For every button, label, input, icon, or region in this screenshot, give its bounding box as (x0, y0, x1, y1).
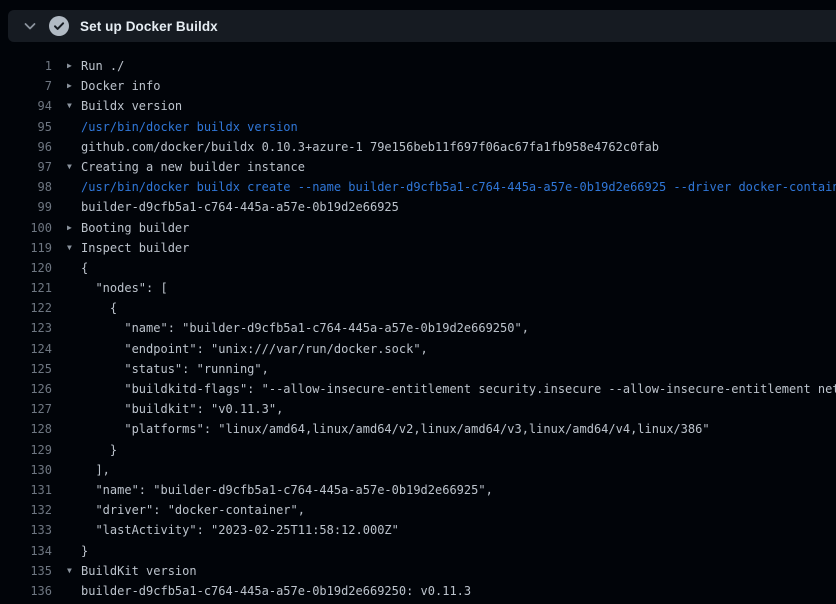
line-number[interactable]: 122 (0, 298, 52, 318)
log-line: 134 } (0, 541, 836, 561)
log-group-line[interactable]: 119 ▼Inspect builder (0, 238, 836, 258)
log-line: 130 ], (0, 460, 836, 480)
line-content: "buildkitd-flags": "--allow-insecure-ent… (81, 379, 836, 399)
line-number[interactable]: 125 (0, 359, 52, 379)
line-content: "buildkit": "v0.11.3", (81, 399, 283, 419)
log-line: 99 builder-d9cfb5a1-c764-445a-a57e-0b19d… (0, 197, 836, 217)
line-content: ▼Creating a new builder instance (81, 157, 305, 177)
log-line: 95 /usr/bin/docker buildx version (0, 117, 836, 137)
line-content: { (81, 298, 117, 318)
group-toggle-icon: ▼ (67, 96, 72, 116)
line-number[interactable]: 129 (0, 440, 52, 460)
line-content: "name": "builder-d9cfb5a1-c764-445a-a57e… (81, 480, 493, 500)
line-content: builder-d9cfb5a1-c764-445a-a57e-0b19d2e6… (81, 581, 471, 601)
log-group-line[interactable]: 94 ▼Buildx version (0, 96, 836, 116)
log-line: 98 /usr/bin/docker buildx create --name … (0, 177, 836, 197)
line-content: github.com/docker/buildx 0.10.3+azure-1 … (81, 137, 659, 157)
line-number[interactable]: 99 (0, 197, 52, 217)
line-content: "status": "running", (81, 359, 269, 379)
chevron-down-icon[interactable] (19, 15, 41, 37)
log-group-line[interactable]: 135 ▼BuildKit version (0, 561, 836, 581)
line-number[interactable]: 97 (0, 157, 52, 177)
line-content: "driver": "docker-container", (81, 500, 305, 520)
log-line: 120 { (0, 258, 836, 278)
line-content: ▼Buildx version (81, 96, 182, 116)
line-number[interactable]: 94 (0, 96, 52, 116)
log-group-line[interactable]: 97 ▼Creating a new builder instance (0, 157, 836, 177)
log-line: 128 "platforms": "linux/amd64,linux/amd6… (0, 419, 836, 439)
line-number[interactable]: 132 (0, 500, 52, 520)
line-content: /usr/bin/docker buildx create --name bui… (81, 177, 836, 197)
line-content: ▶Booting builder (81, 218, 189, 238)
group-toggle-icon: ▼ (67, 238, 72, 258)
log-line: 133 "lastActivity": "2023-02-25T11:58:12… (0, 520, 836, 540)
line-number[interactable]: 136 (0, 581, 52, 601)
line-content: { (81, 258, 88, 278)
log-group-line[interactable]: 7 ▶Docker info (0, 76, 836, 96)
log-line: 124 "endpoint": "unix:///var/run/docker.… (0, 339, 836, 359)
log-line: 125 "status": "running", (0, 359, 836, 379)
log-line: 126 "buildkitd-flags": "--allow-insecure… (0, 379, 836, 399)
line-number[interactable]: 127 (0, 399, 52, 419)
line-number[interactable]: 96 (0, 137, 52, 157)
group-toggle-icon: ▼ (67, 561, 72, 581)
log-line: 127 "buildkit": "v0.11.3", (0, 399, 836, 419)
line-number[interactable]: 95 (0, 117, 52, 137)
group-toggle-icon: ▼ (67, 157, 72, 177)
line-content: ▼Inspect builder (81, 238, 189, 258)
log-line: 129 } (0, 440, 836, 460)
line-number[interactable]: 123 (0, 318, 52, 338)
line-number[interactable]: 100 (0, 218, 52, 238)
log-line: 136 builder-d9cfb5a1-c764-445a-a57e-0b19… (0, 581, 836, 601)
line-number[interactable]: 120 (0, 258, 52, 278)
line-number[interactable]: 126 (0, 379, 52, 399)
line-content: ], (81, 460, 110, 480)
line-content: ▼BuildKit version (81, 561, 197, 581)
line-number[interactable]: 119 (0, 238, 52, 258)
line-content: /usr/bin/docker buildx version (81, 117, 298, 137)
line-number[interactable]: 134 (0, 541, 52, 561)
check-circle-icon (49, 16, 69, 36)
line-number[interactable]: 135 (0, 561, 52, 581)
group-toggle-icon: ▶ (67, 76, 72, 96)
line-number[interactable]: 7 (0, 76, 52, 96)
line-number[interactable]: 128 (0, 419, 52, 439)
line-content: "endpoint": "unix:///var/run/docker.sock… (81, 339, 428, 359)
line-content: builder-d9cfb5a1-c764-445a-a57e-0b19d2e6… (81, 197, 399, 217)
line-content: "platforms": "linux/amd64,linux/amd64/v2… (81, 419, 710, 439)
line-number[interactable]: 131 (0, 480, 52, 500)
line-content: "nodes": [ (81, 278, 168, 298)
line-number[interactable]: 124 (0, 339, 52, 359)
line-content: ▶Docker info (81, 76, 160, 96)
step-title: Set up Docker Buildx (80, 19, 218, 34)
line-content: ▶Run ./ (81, 56, 124, 76)
log-line: 96 github.com/docker/buildx 0.10.3+azure… (0, 137, 836, 157)
log-group-line[interactable]: 100 ▶Booting builder (0, 218, 836, 238)
log-line: 131 "name": "builder-d9cfb5a1-c764-445a-… (0, 480, 836, 500)
step-header[interactable]: Set up Docker Buildx (8, 10, 836, 42)
line-number[interactable]: 1 (0, 56, 52, 76)
log-line: 122 { (0, 298, 836, 318)
log-viewer: 1 ▶Run ./ 7 ▶Docker info 94 ▼Buildx vers… (0, 42, 836, 601)
line-content: } (81, 440, 117, 460)
log-group-line[interactable]: 1 ▶Run ./ (0, 56, 836, 76)
line-content: } (81, 541, 88, 561)
group-toggle-icon: ▶ (67, 218, 72, 238)
log-line: 123 "name": "builder-d9cfb5a1-c764-445a-… (0, 318, 836, 338)
line-content: "name": "builder-d9cfb5a1-c764-445a-a57e… (81, 318, 529, 338)
line-content: "lastActivity": "2023-02-25T11:58:12.000… (81, 520, 399, 540)
line-number[interactable]: 121 (0, 278, 52, 298)
log-line: 132 "driver": "docker-container", (0, 500, 836, 520)
log-line: 121 "nodes": [ (0, 278, 836, 298)
line-number[interactable]: 98 (0, 177, 52, 197)
line-number[interactable]: 130 (0, 460, 52, 480)
line-number[interactable]: 133 (0, 520, 52, 540)
group-toggle-icon: ▶ (67, 56, 72, 76)
